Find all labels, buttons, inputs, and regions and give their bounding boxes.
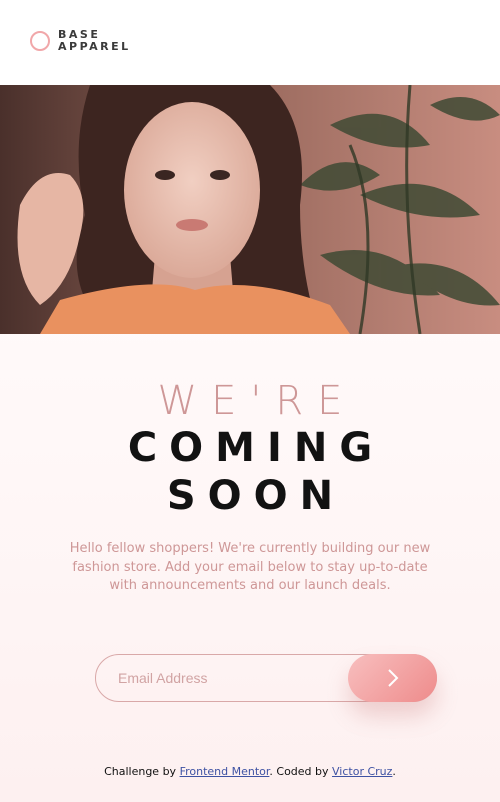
footer-prefix: Challenge by — [104, 765, 180, 778]
hero-image — [0, 85, 500, 334]
footer-middle: . Coded by — [269, 765, 333, 778]
frontend-mentor-link[interactable]: Frontend Mentor — [180, 765, 270, 778]
brand-name-line2: APPAREL — [58, 40, 131, 53]
heading-bold-line1: COMING — [127, 425, 385, 471]
footer-suffix: . — [392, 765, 396, 778]
header: BASE APPAREL — [0, 0, 500, 85]
heading-light-line: WE'RE — [157, 378, 357, 424]
heading-bold-line2: SOON — [166, 473, 346, 519]
author-link[interactable]: Victor Cruz — [332, 765, 392, 778]
attribution-footer: Challenge by Frontend Mentor. Coded by V… — [0, 765, 500, 778]
page-heading: WE'RE COMING SOON — [0, 378, 500, 520]
description-text: Hello fellow shoppers! We're currently b… — [69, 541, 431, 593]
hero-photo-illustration — [0, 85, 500, 334]
submit-button[interactable] — [348, 654, 437, 702]
logo-circle-icon — [30, 31, 50, 51]
email-signup-form — [95, 654, 437, 702]
chevron-right-icon — [387, 669, 398, 687]
brand-name: BASE APPAREL — [58, 29, 131, 53]
brand-logo[interactable]: BASE APPAREL — [30, 29, 131, 53]
